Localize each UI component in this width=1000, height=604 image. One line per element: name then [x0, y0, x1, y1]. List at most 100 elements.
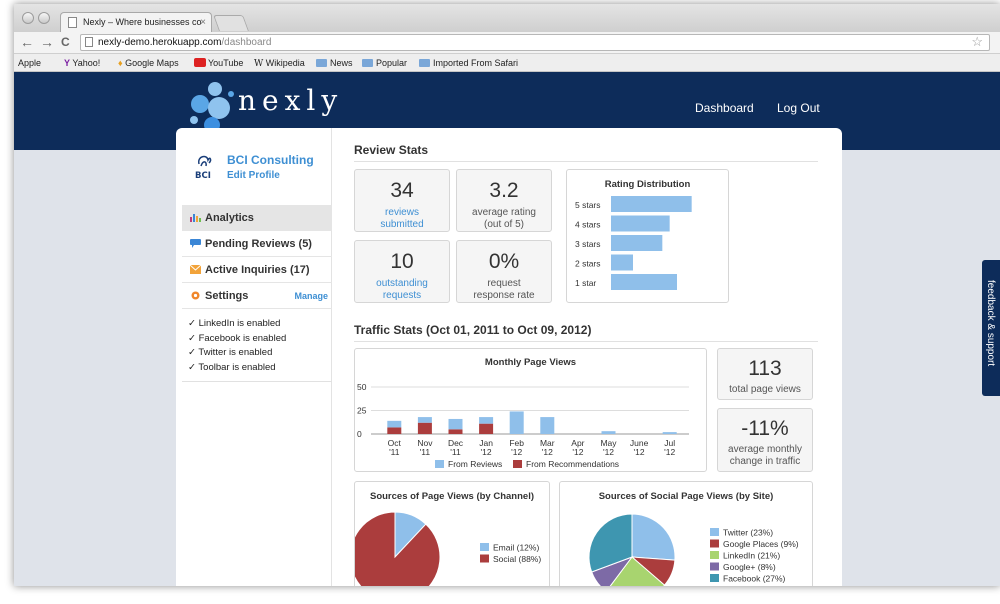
integration-status: ✓ LinkedIn is enabled — [188, 318, 281, 329]
social-page-views-by-site-chart: Sources of Social Page Views (by Site) T… — [559, 481, 813, 586]
legend-label: Google Places (9%) — [723, 539, 799, 549]
tab-close-icon[interactable]: × — [200, 13, 206, 32]
tick-label: 3 stars — [575, 239, 601, 249]
stat-value: 113 — [748, 357, 782, 380]
bookmark-label: News — [330, 58, 353, 68]
average-rating-stat: 3.2 average rating (out of 5) — [456, 169, 552, 232]
back-arrow-icon[interactable]: ← — [20, 34, 34, 50]
legend-label: Google+ (8%) — [723, 562, 776, 572]
minimize-window-button[interactable] — [38, 12, 50, 24]
bar — [611, 196, 692, 212]
browser-tab[interactable]: Nexly – Where businesses co × — [60, 12, 212, 32]
page-viewport: nexly Dashboard Log Out feedback & suppo… — [14, 72, 1000, 586]
bookmark-label: YouTube — [208, 58, 244, 68]
wikipedia-icon: W — [254, 59, 264, 69]
stat-value: 3.2 — [489, 179, 519, 202]
browser-window: Nexly – Where businesses co × ← → C nexl… — [14, 4, 1000, 586]
sidebar-item-pending-reviews[interactable]: Pending Reviews (5) — [182, 231, 332, 257]
reviews-submitted-stat[interactable]: 34 reviews submitted — [354, 169, 450, 232]
bar-reviews — [479, 417, 494, 424]
page-views-by-channel-chart: Sources of Page Views (by Channel) Email… — [354, 481, 550, 586]
bookmark-yahoo[interactable]: Y Yahoo! — [64, 57, 100, 69]
tick-label: 4 stars — [575, 220, 601, 230]
sidebar-item-settings[interactable]: Settings Manage — [182, 283, 332, 309]
page-icon — [85, 37, 93, 47]
total-page-views-stat: 113 total page views — [717, 348, 813, 400]
response-rate-stat: 0% request response rate — [456, 240, 552, 303]
reload-icon[interactable]: C — [61, 34, 70, 50]
integrations-list: ✓ LinkedIn is enabled ✓ Facebook is enab… — [188, 317, 286, 375]
url-host: nexly-demo.herokuapp.com — [98, 37, 222, 48]
bookmark-wikipedia[interactable]: W Wikipedia — [254, 57, 305, 70]
stat-label: average monthly change in traffic — [728, 444, 802, 467]
bar-recommendations — [448, 429, 463, 434]
review-stats-heading: Review Stats — [354, 143, 429, 157]
x-tick-label: '12 — [511, 447, 522, 457]
new-tab-button[interactable] — [213, 15, 249, 31]
integration-status: ✓ Toolbar is enabled — [188, 361, 276, 373]
social-pie: Twitter (23%)Google Places (9%) LinkedIn … — [588, 513, 799, 586]
sidebar-item-analytics[interactable]: Analytics — [182, 205, 332, 231]
x-tick-label: '11 — [420, 447, 431, 457]
x-tick-label: '12 — [572, 447, 583, 457]
address-bar[interactable]: nexly-demo.herokuapp.com/dashboard ☆ — [80, 34, 990, 51]
edit-profile-link[interactable]: Edit Profile — [227, 170, 280, 181]
bar — [611, 274, 677, 290]
bar-chart-icon — [190, 214, 201, 222]
nexly-wordmark[interactable]: nexly — [238, 84, 343, 117]
legend-swatch — [710, 528, 719, 536]
bookmark-google-maps[interactable]: ♦ Google Maps — [118, 57, 179, 69]
dashboard-card: BCI BCI Consulting Edit Profile Analytic… — [176, 128, 842, 586]
divider — [182, 381, 332, 382]
bar-reviews — [509, 411, 524, 434]
manage-settings-link[interactable]: Manage — [294, 283, 328, 309]
bookmark-youtube[interactable]: YouTube — [194, 57, 243, 69]
bar-reviews — [662, 432, 677, 434]
bookmark-popular[interactable]: Popular — [362, 57, 407, 69]
tick-label: 5 stars — [575, 200, 601, 210]
logo-text: BCI — [195, 171, 211, 181]
bar-recommendations — [417, 422, 432, 434]
bookmark-star-icon[interactable]: ☆ — [971, 34, 983, 49]
stat-label: outstanding requests — [376, 278, 428, 301]
bookmark-imported[interactable]: Imported From Safari — [419, 57, 518, 69]
y-tick-label: 0 — [357, 429, 362, 439]
sidebar-item-label: Settings — [205, 290, 249, 302]
bar-reviews — [448, 418, 463, 430]
bookmark-label: Google Maps — [125, 58, 179, 68]
forward-arrow-icon[interactable]: → — [40, 34, 54, 50]
bookmark-label: Apple — [18, 58, 42, 68]
bar-reviews — [601, 431, 616, 434]
bookmark-label: Yahoo! — [72, 58, 101, 68]
rating-bars: 5 stars 4 stars 3 stars 2 stars 1 star — [575, 196, 692, 290]
channel-pie: Email (12%)Social (88%) — [355, 511, 541, 586]
nav-logout-link[interactable]: Log Out — [777, 101, 820, 115]
stat-label: reviews submitted — [380, 207, 424, 230]
legend-swatch — [480, 543, 489, 551]
feedback-support-tab[interactable]: feedback & support — [982, 260, 1000, 396]
browser-toolbar: ← → C nexly-demo.herokuapp.com/dashboard… — [14, 32, 1000, 54]
divider — [354, 341, 818, 342]
bookmark-news[interactable]: News — [316, 57, 353, 69]
nav-dashboard-link[interactable]: Dashboard — [695, 101, 754, 115]
pie-slice — [631, 513, 676, 561]
maps-pin-icon: ♦ — [118, 58, 123, 68]
page-icon — [68, 17, 77, 28]
folder-icon — [316, 59, 327, 67]
yahoo-icon: Y — [64, 58, 71, 68]
envelope-icon — [190, 265, 201, 274]
close-window-button[interactable] — [22, 12, 34, 24]
bar-recommendations — [479, 423, 494, 434]
sidebar-item-active-inquiries[interactable]: Active Inquiries (17) — [182, 257, 332, 283]
tick-label: 2 stars — [575, 259, 601, 269]
bar-reviews — [540, 417, 555, 434]
legend-swatch — [710, 574, 719, 582]
rating-distribution-chart: Rating Distribution 5 stars 4 stars 3 star… — [566, 169, 729, 303]
legend-swatch — [710, 562, 719, 571]
bookmark-apple[interactable]: Apple — [18, 57, 41, 69]
outstanding-requests-stat[interactable]: 10 outstanding requests — [354, 240, 450, 303]
sidebar: BCI BCI Consulting Edit Profile Analytic… — [176, 128, 332, 586]
legend-label: Twitter (23%) — [723, 528, 773, 538]
stat-value: -11% — [741, 417, 789, 440]
x-tick-label: '12 — [634, 447, 645, 457]
